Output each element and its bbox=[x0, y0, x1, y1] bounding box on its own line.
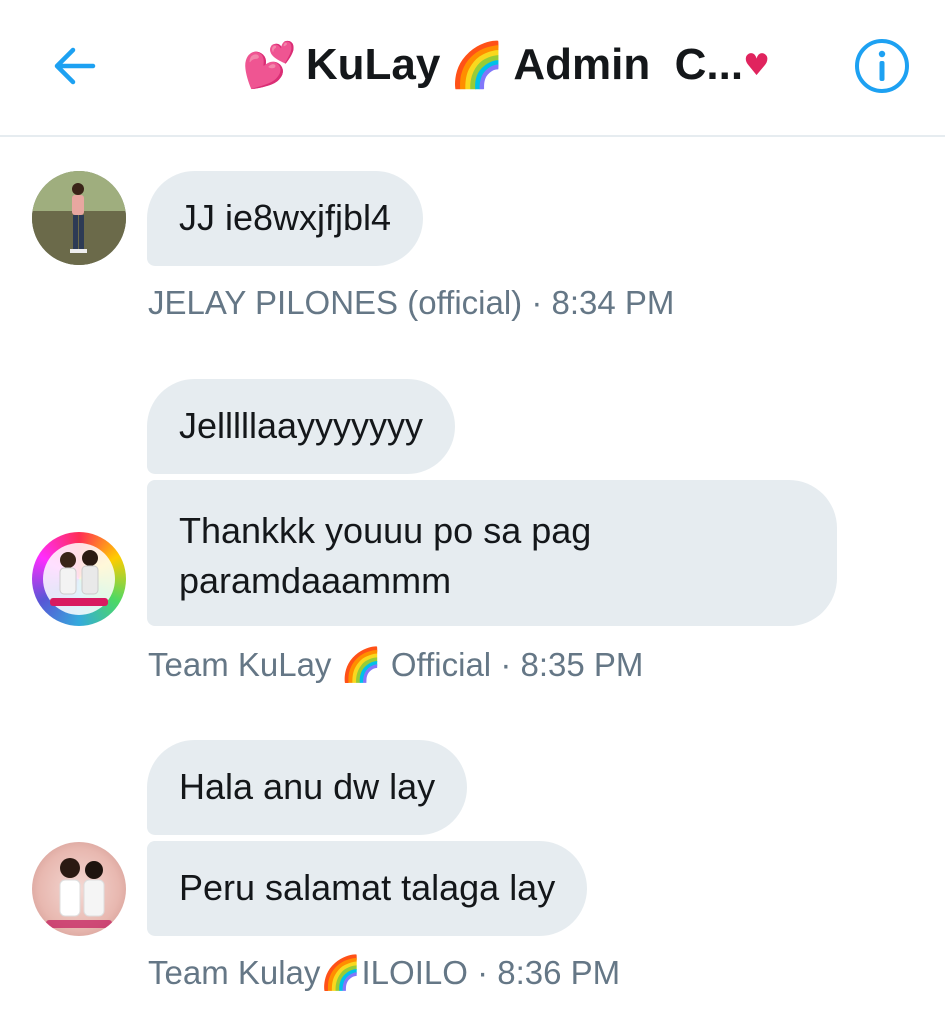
message-text: JJ ie8wxjfjbl4 bbox=[179, 197, 392, 238]
back-button[interactable] bbox=[44, 38, 104, 94]
sender-name-suffix: ILOILO bbox=[361, 954, 468, 991]
message-bubble[interactable]: Peru salamat talaga lay bbox=[147, 841, 588, 936]
avatar-jelay-pilones[interactable] bbox=[32, 171, 126, 265]
message-bubble[interactable]: Thankkk youuu po sa pag paramdaaammm bbox=[147, 480, 837, 626]
message-text: Hala anu dw lay bbox=[179, 766, 436, 807]
message-text: Peru salamat talaga lay bbox=[179, 867, 556, 908]
message-bubble[interactable]: Hala anu dw lay bbox=[147, 740, 468, 835]
rainbow-emoji: 🌈 bbox=[449, 40, 505, 91]
rainbow-emoji: 🌈 bbox=[340, 645, 382, 684]
message-bubble[interactable]: Jelllllaayyyyyyy bbox=[147, 379, 456, 474]
heart-emoji: ♥ bbox=[743, 47, 770, 83]
message-meta: Team Kulay🌈ILOILO · 8:36 PM bbox=[148, 953, 620, 993]
title-text-part1: KuLay bbox=[305, 40, 441, 89]
conversation-header: 💕 KuLay 🌈 Admin C... ♥ bbox=[0, 0, 945, 137]
message-time: 8:35 PM bbox=[520, 646, 644, 683]
info-icon bbox=[855, 39, 909, 93]
message-time: 8:34 PM bbox=[551, 284, 675, 321]
back-arrow-icon bbox=[54, 47, 96, 85]
avatar-team-kulay-official[interactable] bbox=[32, 532, 126, 626]
hearts-emoji: 💕 bbox=[242, 40, 297, 91]
separator-dot: · bbox=[500, 646, 512, 683]
person-photo-icon bbox=[32, 171, 126, 265]
sender-name: Team Kulay bbox=[148, 954, 321, 991]
sender-name: JELAY PILONES (official) bbox=[148, 284, 523, 321]
sender-name: Team KuLay bbox=[148, 646, 332, 683]
rainbow-emoji: 🌈 bbox=[320, 953, 362, 992]
message-time: 8:36 PM bbox=[497, 954, 621, 991]
conversation-title[interactable]: 💕 KuLay 🌈 Admin C... ♥ bbox=[242, 30, 770, 100]
title-text-part2: Admin C... bbox=[513, 40, 744, 89]
message-bubble[interactable]: JJ ie8wxjfjbl4 bbox=[147, 171, 424, 266]
group-photo-icon bbox=[46, 858, 112, 928]
message-text: Jelllllaayyyyyyy bbox=[179, 405, 424, 446]
conversation-info-button[interactable] bbox=[850, 36, 914, 96]
message-text: Thankkk youuu po sa pag paramdaaammm bbox=[179, 510, 592, 601]
group-photo-icon bbox=[43, 543, 115, 615]
sender-name-suffix: Official bbox=[390, 646, 492, 683]
separator-dot: · bbox=[531, 284, 543, 321]
message-meta: JELAY PILONES (official) · 8:34 PM bbox=[148, 284, 674, 322]
message-meta: Team KuLay 🌈 Official · 8:35 PM bbox=[148, 645, 643, 685]
avatar-team-kulay-iloilo[interactable] bbox=[32, 842, 126, 936]
separator-dot: · bbox=[477, 954, 489, 991]
